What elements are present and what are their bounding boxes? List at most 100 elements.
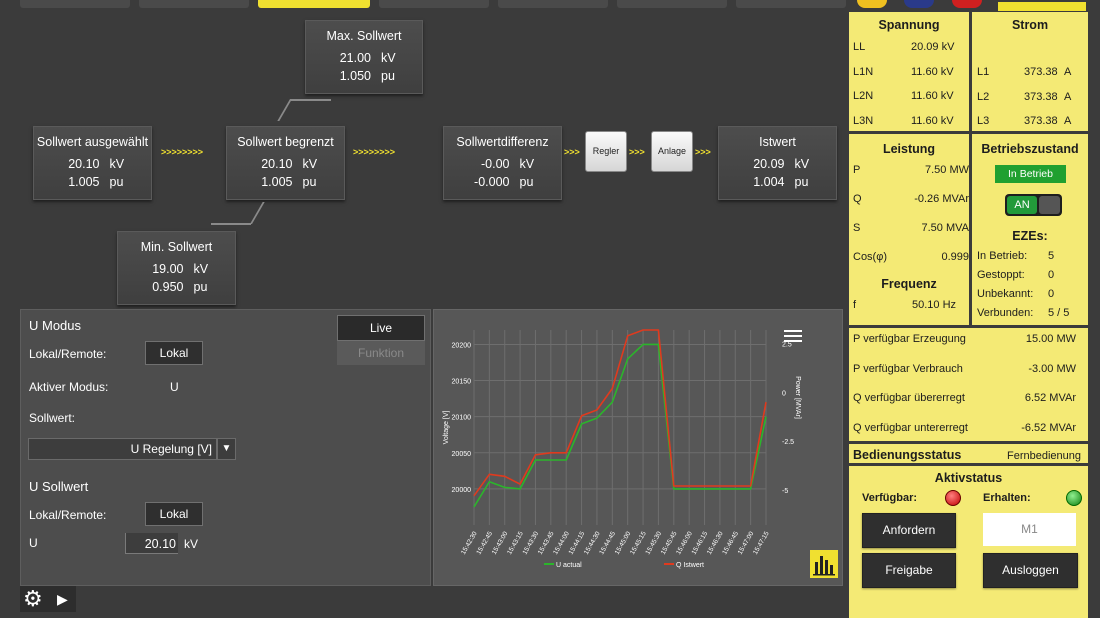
- y-tick-label: 20150: [452, 379, 472, 386]
- chart-menu-icon[interactable]: [784, 328, 802, 344]
- max-pu: 1.050: [339, 69, 371, 83]
- lokal-button[interactable]: Lokal: [145, 341, 203, 365]
- lokal-button-2[interactable]: Lokal: [145, 502, 203, 526]
- verfuegbar-key: P verfügbar Erzeugung: [853, 333, 966, 345]
- top-tab-3-active[interactable]: [258, 0, 370, 8]
- y-tick-label: 20050: [452, 451, 472, 458]
- y2-tick-label: -2.5: [782, 439, 794, 446]
- max-kv: 21.00: [339, 51, 371, 65]
- verfuegbar-value: 15.00 MW: [1025, 333, 1076, 345]
- bar-chart-icon[interactable]: [810, 550, 838, 578]
- spannung-key: L3N: [853, 114, 874, 127]
- limited-title: Sollwert begrenzt: [237, 135, 334, 149]
- an-toggle[interactable]: AN: [1005, 194, 1062, 216]
- spannung-key: L1N: [853, 65, 874, 78]
- u-label: U: [29, 536, 38, 550]
- min-sollwert-box: Min. Sollwert 19.00 kV 0.950 pu: [117, 231, 236, 305]
- selected-pu-unit: pu: [109, 175, 124, 189]
- limited-pu-unit: pu: [302, 175, 317, 189]
- freigabe-button[interactable]: Freigabe: [862, 553, 956, 588]
- top-tab-2[interactable]: [139, 0, 249, 8]
- ausloggen-button[interactable]: Ausloggen: [983, 553, 1078, 588]
- lokal-remote-label: Lokal/Remote:: [29, 347, 107, 361]
- y-tick-label: 20200: [452, 342, 472, 349]
- verfuegbar-label: Verfügbar:: [862, 492, 918, 504]
- strom-key: L1: [977, 66, 990, 78]
- leistung-value: 7.50 MVA: [921, 222, 970, 234]
- verfuegbar-value: -3.00 MW: [1028, 362, 1076, 375]
- leistung-key: Cos(φ): [853, 251, 888, 263]
- divider-h3: [849, 441, 1088, 444]
- u-sollwert-value: 20.10: [144, 537, 176, 551]
- erhalten-label: Erhalten:: [983, 492, 1031, 504]
- toggle-on-label: AN: [1007, 196, 1037, 214]
- eze-value: 5: [1048, 250, 1055, 262]
- stop-icon[interactable]: [952, 0, 982, 8]
- live-button[interactable]: Live: [337, 315, 425, 341]
- max-pu-unit: pu: [381, 69, 395, 83]
- toggle-knob[interactable]: [1039, 196, 1060, 214]
- top-tab-4[interactable]: [379, 0, 489, 8]
- frequenz-title: Frequenz: [881, 277, 937, 291]
- eze-key: In Betrieb:: [977, 250, 1028, 262]
- spannung-value: 20.09 kV: [911, 41, 955, 53]
- flag-uk-icon[interactable]: [904, 0, 934, 8]
- bedienungsstatus-title: Bedienungsstatus: [853, 448, 962, 462]
- top-tab-6[interactable]: [617, 0, 727, 8]
- min-pu: 0.950: [152, 280, 184, 294]
- chevron-down-icon[interactable]: ▼: [217, 438, 236, 460]
- leistung-key: S: [853, 222, 861, 234]
- top-yellow-bar: [998, 2, 1086, 11]
- ist-title: Istwert: [759, 135, 796, 149]
- leistung-key: Q: [853, 193, 862, 205]
- gear-icon[interactable]: ⚙: [23, 586, 43, 612]
- sollwert-begrenzt-box: Sollwert begrenzt 20.10 kV 1.005 pu: [226, 126, 345, 200]
- ist-pu-unit: pu: [794, 175, 809, 189]
- strom-unit: A: [1064, 115, 1072, 127]
- m1-field[interactable]: M1: [983, 513, 1076, 546]
- connector-max-h: [291, 99, 331, 101]
- spannung-key: L2N: [853, 90, 874, 102]
- selected-kv: 20.10: [68, 157, 100, 171]
- status-icon-yellow[interactable]: [857, 0, 887, 8]
- u-unit: kV: [184, 537, 199, 551]
- diff-pu-unit: pu: [519, 175, 534, 189]
- strom-value: 373.38: [1024, 115, 1058, 127]
- max-kv-unit: kV: [381, 51, 396, 65]
- verfuegbar-led-icon: [945, 490, 961, 506]
- eze-value: 0: [1048, 269, 1055, 281]
- bottom-toolbar: ⚙ ▶: [20, 586, 76, 612]
- freq-key: f: [853, 299, 857, 311]
- strom-unit: A: [1064, 90, 1072, 103]
- diff-title: Sollwertdifferenz: [456, 135, 549, 149]
- flow-arrows-1: >>>>>>>>: [161, 147, 204, 157]
- top-tab-5[interactable]: [498, 0, 608, 8]
- play-icon[interactable]: ▶: [57, 588, 68, 610]
- divider-h4: [849, 463, 1088, 466]
- min-pu-unit: pu: [193, 280, 208, 294]
- limited-pu: 1.005: [261, 175, 293, 189]
- regler-box: Regler: [585, 131, 627, 172]
- chart-panel: 20200 20150 20100 20050 20000 2.5 0 -2.5 -5 Volta…: [433, 309, 843, 586]
- diff-kv-unit: kV: [519, 157, 535, 171]
- flow-arrows-4: >>>: [629, 147, 645, 157]
- mode-select-value: U Regelung [V]: [130, 442, 212, 456]
- leistung-value: 7.50 MW: [924, 164, 969, 176]
- sollwert-label: Sollwert:: [29, 411, 76, 425]
- top-tab-7[interactable]: [736, 0, 846, 8]
- anlage-box: Anlage: [651, 131, 693, 172]
- u-modus-title: U Modus: [29, 318, 82, 333]
- aktivstatus-title: Aktivstatus: [934, 471, 1003, 485]
- strom-key: L3: [977, 115, 990, 127]
- connector-max-d: [277, 99, 292, 121]
- anfordern-button[interactable]: Anfordern: [862, 513, 956, 548]
- diff-kv: -0.00: [481, 157, 510, 171]
- funktion-button[interactable]: Funktion: [337, 341, 425, 365]
- max-sollwert-box: Max. Sollwert 21.00 kV 1.050 pu: [305, 20, 423, 94]
- eze-value: 0: [1048, 288, 1055, 300]
- u-sollwert-input[interactable]: 20.10: [125, 533, 178, 554]
- mode-select[interactable]: U Regelung [V]: [28, 438, 217, 460]
- legend-label: U actual: [556, 562, 582, 569]
- istwert-box: Istwert 20.09 kV 1.004 pu: [718, 126, 837, 200]
- top-tab-1[interactable]: [20, 0, 130, 8]
